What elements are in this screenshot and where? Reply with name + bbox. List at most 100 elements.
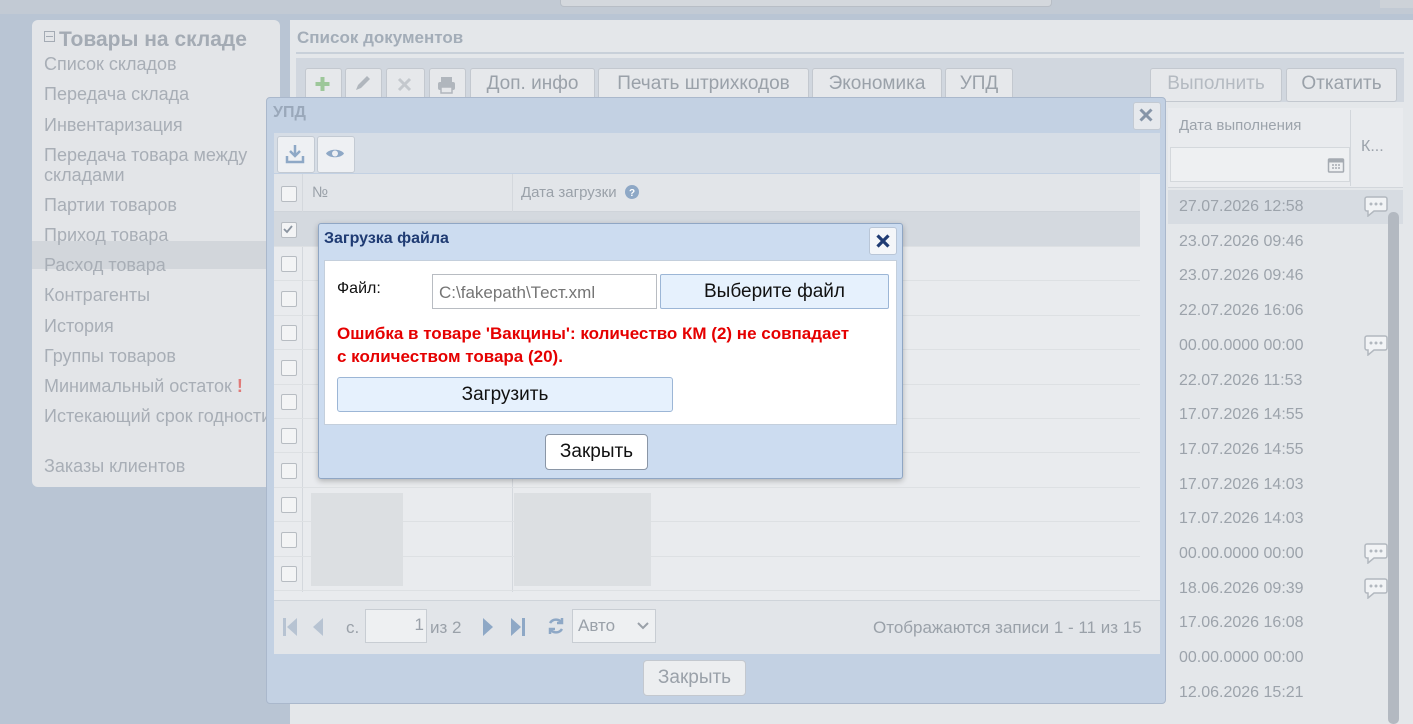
- upd-view-button[interactable]: [317, 136, 355, 173]
- warning-icon: !: [236, 376, 243, 396]
- table-row[interactable]: 17.06.2026 16:08: [1168, 606, 1403, 640]
- upd-close-button[interactable]: [1133, 102, 1161, 130]
- row-checkbox[interactable]: [281, 359, 297, 376]
- row-checkbox[interactable]: [281, 256, 297, 273]
- documents-title: Список документов: [297, 28, 464, 47]
- table-row[interactable]: 00.00.0000 00:00: [1168, 537, 1403, 571]
- row-checkbox[interactable]: [281, 497, 297, 514]
- select-all-checkbox[interactable]: [281, 186, 297, 202]
- first-page-icon[interactable]: [280, 616, 300, 638]
- row-checkbox[interactable]: [281, 394, 297, 410]
- error-message: Ошибка в товаре 'Вакцины': количество КМ…: [337, 324, 850, 366]
- comment-icon[interactable]: [1363, 195, 1389, 217]
- file-path-input[interactable]: C:\fakepath\Тест.xml: [432, 274, 657, 309]
- sidebar-item-product-groups[interactable]: Группы товаров: [44, 346, 176, 366]
- sidebar-item-goods-expense[interactable]: Расход товара: [44, 255, 166, 275]
- sidebar-item-warehouses[interactable]: Список складов: [44, 54, 177, 74]
- date-executed-cell: 17.07.2026 14:55: [1179, 406, 1304, 424]
- date-executed-cell: 17.06.2026 16:08: [1179, 614, 1304, 632]
- prev-page-icon[interactable]: [310, 616, 326, 638]
- table-row[interactable]: [274, 487, 1140, 523]
- table-row[interactable]: 27.07.2026 12:58: [1168, 190, 1403, 224]
- sidebar-item-goods-receipt[interactable]: Приход товара: [44, 225, 168, 245]
- row-checkbox[interactable]: [281, 462, 297, 479]
- sidebar-item-customer-orders[interactable]: Заказы клиентов: [44, 456, 185, 476]
- row-checkbox[interactable]: [281, 290, 297, 307]
- page-label: с.: [346, 618, 360, 637]
- rollback-button[interactable]: Откатить: [1286, 68, 1397, 102]
- last-page-icon[interactable]: [508, 616, 528, 638]
- sidebar-item-history[interactable]: История: [44, 316, 114, 336]
- file-label: Файл:: [337, 280, 381, 297]
- sidebar-item-batches[interactable]: Партии товаров: [44, 195, 177, 215]
- table-row[interactable]: 23.07.2026 09:46: [1168, 225, 1403, 259]
- column-date-executed[interactable]: Дата выполнения: [1179, 117, 1301, 134]
- column-separator: [1350, 110, 1351, 186]
- table-row[interactable]: 17.07.2026 14:03: [1168, 468, 1403, 502]
- calendar-icon[interactable]: [1327, 156, 1345, 174]
- upload-modal-title: Загрузка файла: [324, 230, 449, 247]
- table-row[interactable]: [274, 556, 1140, 591]
- date-filter-input[interactable]: [1170, 147, 1350, 182]
- table-row[interactable]: 17.07.2026 14:03: [1168, 502, 1403, 536]
- sidebar-title[interactable]: Товары на складе: [44, 28, 247, 52]
- sidebar-item-min-stock[interactable]: Минимальный остаток !: [44, 376, 243, 396]
- divider: [296, 52, 1404, 54]
- table-row[interactable]: 17.07.2026 14:55: [1168, 398, 1403, 432]
- sidebar-item-counterparties[interactable]: Контрагенты: [44, 285, 150, 305]
- page-size-select[interactable]: Авто: [572, 609, 656, 643]
- table-row[interactable]: 12.06.2026 15:21: [1168, 676, 1403, 710]
- table-row[interactable]: 22.07.2026 11:53: [1168, 364, 1403, 398]
- comment-icon[interactable]: [1363, 542, 1389, 564]
- date-executed-cell: 00.00.0000 00:00: [1179, 649, 1304, 667]
- scrollbar[interactable]: [1388, 212, 1399, 724]
- table-row[interactable]: 00.00.0000 00:00: [1168, 641, 1403, 675]
- table-row[interactable]: 18.06.2026 09:39: [1168, 572, 1403, 606]
- row-checkbox[interactable]: [281, 222, 297, 238]
- table-row[interactable]: 17.07.2026 14:55: [1168, 433, 1403, 467]
- top-search-field[interactable]: [560, 0, 1052, 7]
- top-corner-button[interactable]: [1380, 0, 1413, 8]
- date-executed-cell: 17.07.2026 14:03: [1179, 510, 1304, 528]
- comment-icon[interactable]: [1363, 334, 1389, 356]
- page-number-input[interactable]: 1: [365, 609, 427, 643]
- table-row[interactable]: 00.00.0000 00:00: [1168, 329, 1403, 363]
- download-icon: [278, 137, 314, 170]
- x-icon: [387, 69, 424, 99]
- top-bar: [0, 0, 1413, 14]
- upd-download-button[interactable]: [277, 136, 315, 173]
- comment-icon[interactable]: [1363, 577, 1389, 599]
- sidebar-item-inventory[interactable]: Инвентаризация: [44, 115, 183, 135]
- column-k[interactable]: К...: [1361, 138, 1384, 156]
- column-upload-date[interactable]: Дата загрузки ?: [521, 184, 639, 201]
- close-icon: [870, 228, 896, 254]
- table-row[interactable]: 22.07.2026 16:06: [1168, 294, 1403, 328]
- table-row[interactable]: 23.07.2026 09:46: [1168, 259, 1403, 293]
- row-checkbox[interactable]: [281, 325, 297, 342]
- date-executed-cell: 23.07.2026 09:46: [1179, 232, 1304, 250]
- refresh-icon[interactable]: [545, 615, 567, 637]
- row-checkbox[interactable]: [281, 531, 297, 548]
- choose-file-button[interactable]: Выберите файл: [660, 274, 889, 309]
- date-executed-cell: 17.07.2026 14:55: [1179, 440, 1304, 458]
- upd-dialog-close-button[interactable]: Закрыть: [643, 660, 746, 696]
- column-number[interactable]: №: [312, 184, 328, 201]
- sidebar-item-warehouse-transfer[interactable]: Передача склада: [44, 84, 189, 104]
- plus-icon: [306, 69, 341, 99]
- upload-modal-close-text-button[interactable]: Закрыть: [545, 434, 648, 470]
- upload-modal-close-button[interactable]: [869, 227, 897, 255]
- sidebar-item-expiring[interactable]: Истекающий срок годности: [44, 406, 272, 426]
- date-executed-cell: 22.07.2026 11:53: [1179, 371, 1303, 389]
- sidebar-item-goods-transfer[interactable]: Передача товара между складами: [44, 145, 272, 185]
- sidebar: Товары на складе Список складов Передача…: [32, 20, 280, 487]
- row-checkbox[interactable]: [281, 566, 297, 582]
- collapse-icon[interactable]: [44, 31, 55, 42]
- help-icon[interactable]: ?: [624, 185, 639, 199]
- next-page-icon[interactable]: [480, 616, 496, 638]
- records-summary: Отображаются записи 1 - 11 из 15: [873, 618, 1142, 637]
- table-row: [296, 708, 1166, 724]
- table-row[interactable]: [274, 522, 1140, 557]
- upload-button[interactable]: Загрузить: [337, 377, 673, 412]
- row-checkbox[interactable]: [281, 428, 297, 445]
- execute-button[interactable]: Выполнить: [1150, 68, 1282, 102]
